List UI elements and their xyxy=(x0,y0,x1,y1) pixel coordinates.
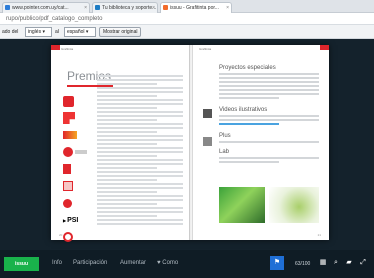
issuu-logo-button[interactable]: issuu xyxy=(4,257,39,271)
info-link[interactable]: Info xyxy=(52,260,62,266)
text-line xyxy=(97,115,183,117)
text-line xyxy=(97,187,183,189)
browser-tab-biblioteca[interactable]: Tu biblioteca y soporte... × xyxy=(92,2,158,13)
text-line xyxy=(97,223,183,225)
text-line xyxy=(97,131,158,133)
lab-photo-green xyxy=(219,187,265,223)
tab-label: Tu biblioteca y soporte... xyxy=(102,5,157,11)
text-line xyxy=(97,127,183,129)
left-page-header: Grafitinta xyxy=(61,47,74,51)
text-line xyxy=(97,179,158,181)
section-lab: Lab xyxy=(219,149,230,155)
right-page-tab xyxy=(320,45,329,50)
video-icon xyxy=(203,109,212,118)
share-flag-icon[interactable]: ⚑ xyxy=(270,256,284,270)
grid-view-icon[interactable]: ▦ xyxy=(318,256,328,270)
left-page-number: 20 xyxy=(59,233,63,237)
plus-icon xyxy=(203,137,212,146)
tab-label: www.pointer.com.uy/cat... xyxy=(12,5,69,11)
close-tab-icon[interactable]: × xyxy=(152,3,155,13)
text-line xyxy=(97,215,158,217)
section-videos: Videos ilustrativos xyxy=(219,107,268,113)
address-text: rupo/publico/pdf_catalogo_completo xyxy=(6,16,103,22)
search-icon[interactable]: ⌕ xyxy=(331,256,341,270)
show-original-button[interactable]: Mostrar original xyxy=(99,27,142,37)
text-line xyxy=(97,199,183,201)
text-line xyxy=(97,87,183,89)
text-line xyxy=(97,91,183,93)
text-line xyxy=(97,111,183,113)
right-page-number: 21 xyxy=(317,233,321,237)
text-line xyxy=(97,155,158,157)
text-line xyxy=(97,147,183,149)
favicon-icon xyxy=(5,5,10,10)
text-line xyxy=(97,207,183,209)
right-page-content: Proyectos especiales Videos ilustrativos… xyxy=(219,65,319,165)
browser-tab-issuu[interactable]: issuu - Grafitinta por... × xyxy=(160,2,232,13)
text-line xyxy=(97,79,183,81)
translate-to-label: al xyxy=(55,29,59,35)
from-language-value: inglés xyxy=(28,29,42,35)
text-line xyxy=(97,135,183,137)
participation-link[interactable]: Participación xyxy=(73,260,107,266)
text-line xyxy=(97,175,183,177)
psi-logo-text: PSI xyxy=(67,216,79,224)
close-tab-icon[interactable]: × xyxy=(84,3,87,13)
text-line xyxy=(97,195,183,197)
translate-prefix: ado del xyxy=(2,29,19,35)
section-proyectos-especiales: Proyectos especiales xyxy=(219,65,276,71)
issuu-viewer: Grafitinta Premios ▶PSI document.write(A… xyxy=(0,39,374,278)
awards-list-text: document.write(Array.from({length:38},(_… xyxy=(97,75,183,227)
award-logo-9 xyxy=(63,229,107,245)
address-bar[interactable]: rupo/publico/pdf_catalogo_completo xyxy=(0,13,374,25)
text-line xyxy=(97,203,158,205)
text-line xyxy=(97,219,183,221)
text-line xyxy=(97,171,183,173)
left-page-tab xyxy=(51,45,60,50)
to-language-value: español xyxy=(67,29,85,35)
tab-label: issuu - Grafitinta por... xyxy=(170,5,219,11)
section-plus: Plus xyxy=(219,133,231,139)
like-link[interactable]: ♥ Como xyxy=(157,260,178,266)
browser-tab-strip: www.pointer.com.uy/cat... × Tu bibliotec… xyxy=(0,0,374,13)
zoom-link[interactable]: Aumentar xyxy=(120,260,146,266)
lab-photo-leaves xyxy=(269,187,319,223)
magazine-spread[interactable]: Grafitinta Premios ▶PSI document.write(A… xyxy=(51,45,329,242)
text-line xyxy=(97,159,183,161)
book-spine xyxy=(189,45,193,240)
to-language-select[interactable]: español ▾ xyxy=(64,27,96,37)
text-line xyxy=(97,163,183,165)
fullscreen-icon[interactable]: ⤢ xyxy=(358,256,368,270)
viewer-toolbar: issuu Info Participación Aumentar ♥ Como… xyxy=(0,250,374,278)
text-line xyxy=(97,183,183,185)
text-line xyxy=(97,167,158,169)
comment-icon[interactable]: ▰ xyxy=(344,256,354,270)
right-page-header: Grafitinta xyxy=(199,47,212,51)
page-indicator: 63/100 xyxy=(295,261,311,267)
close-tab-icon[interactable]: × xyxy=(226,3,229,13)
text-line xyxy=(97,75,183,77)
text-line xyxy=(97,103,183,105)
text-line xyxy=(97,95,158,97)
favicon-icon xyxy=(163,5,168,10)
text-line xyxy=(97,99,183,101)
favicon-icon xyxy=(95,5,100,10)
text-line xyxy=(97,143,158,145)
text-line xyxy=(97,139,183,141)
text-line xyxy=(97,151,183,153)
translate-bar: ado del inglés ▾ al español ▾ Mostrar or… xyxy=(0,25,374,39)
text-line xyxy=(97,107,158,109)
text-line xyxy=(97,211,183,213)
text-line xyxy=(97,119,158,121)
text-line xyxy=(97,83,158,85)
from-language-select[interactable]: inglés ▾ xyxy=(25,27,52,37)
browser-tab-pointer[interactable]: www.pointer.com.uy/cat... × xyxy=(2,2,90,13)
text-line xyxy=(97,191,158,193)
text-line xyxy=(97,123,183,125)
